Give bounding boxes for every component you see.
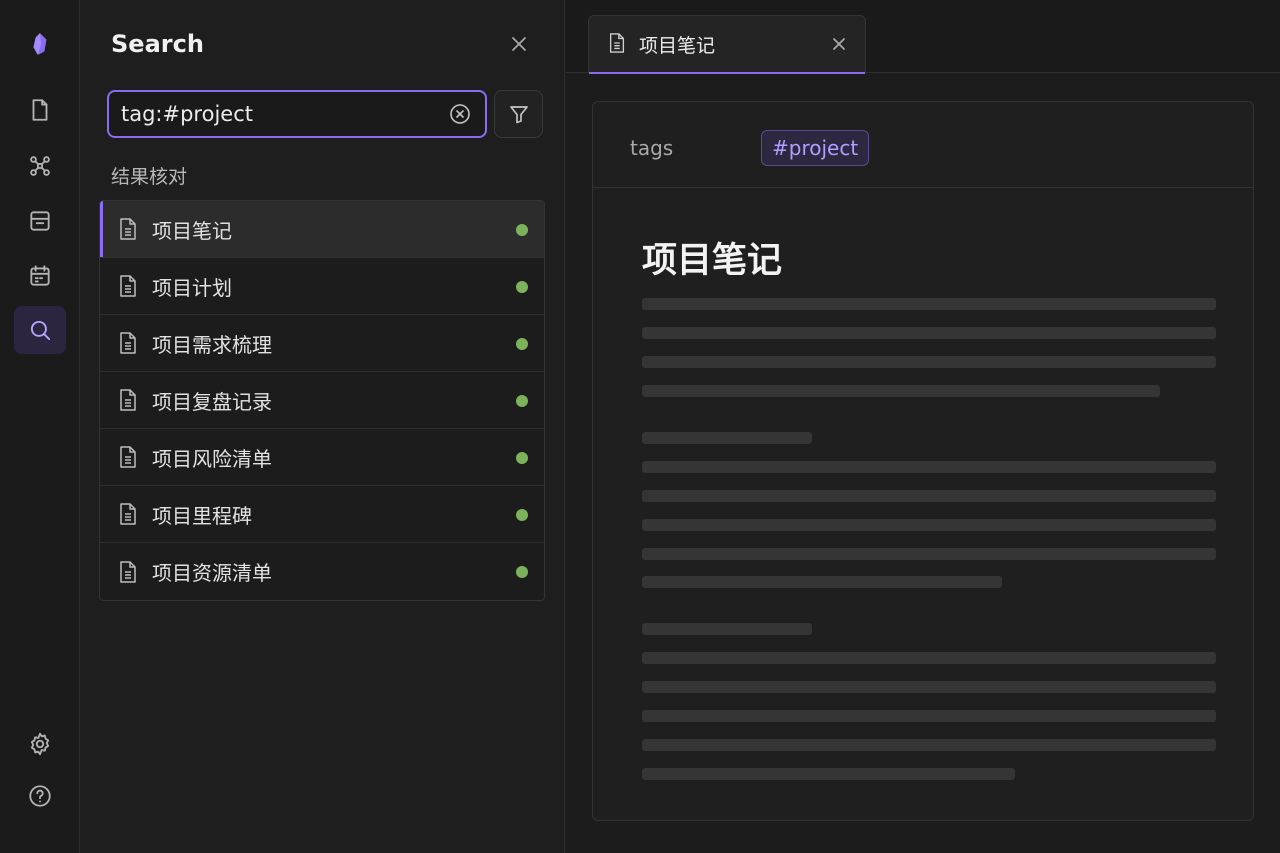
document-icon <box>607 32 627 58</box>
text-placeholder-line <box>642 739 1216 751</box>
text-placeholder-line <box>642 461 1216 473</box>
result-item[interactable]: 项目笔记 <box>100 201 544 258</box>
text-placeholder-line <box>642 576 1002 588</box>
note-view: tags #project 项目笔记 <box>592 101 1254 821</box>
app-window: Search 结果核对 项目笔记 项目计划 <box>0 0 1280 853</box>
results-label: 结果核对 <box>111 166 188 188</box>
help-icon[interactable] <box>14 772 66 820</box>
text-placeholder-line <box>642 768 1015 780</box>
status-dot <box>516 566 528 578</box>
text-placeholder-line <box>642 548 1216 560</box>
text-placeholder-line <box>642 710 1216 722</box>
status-dot <box>516 452 528 464</box>
clear-icon <box>450 104 470 124</box>
result-name: 项目笔记 <box>152 218 232 243</box>
status-dot <box>516 338 528 350</box>
result-item[interactable]: 项目里程碑 <box>100 486 544 543</box>
status-dot <box>516 509 528 521</box>
close-tab-button[interactable] <box>829 34 849 54</box>
text-placeholder-line <box>642 652 1216 664</box>
document-icon <box>117 331 139 355</box>
tag-pill[interactable]: #project <box>761 130 870 166</box>
result-item[interactable]: 项目资源清单 <box>100 543 544 600</box>
files-icon[interactable] <box>14 86 66 134</box>
text-placeholder-line <box>642 327 1216 339</box>
result-name: 项目风险清单 <box>152 446 272 471</box>
tab-note[interactable]: 项目笔记 <box>588 15 866 74</box>
property-key: tags <box>630 136 674 160</box>
ribbon <box>0 0 80 853</box>
app-logo-icon[interactable] <box>14 20 66 68</box>
document-icon <box>117 274 139 298</box>
text-placeholder-line <box>642 385 1160 397</box>
text-placeholder-line <box>642 298 1216 310</box>
editor-area: 项目笔记 tags #project 项目笔记 <box>566 0 1280 853</box>
search-box <box>107 90 487 138</box>
settings-icon[interactable] <box>14 720 66 768</box>
result-item[interactable]: 项目需求梳理 <box>100 315 544 372</box>
document-icon <box>117 388 139 412</box>
text-placeholder-line <box>642 356 1216 368</box>
result-name: 项目需求梳理 <box>152 332 272 357</box>
search-icon[interactable] <box>14 306 66 354</box>
close-icon <box>512 37 526 51</box>
calendar-icon[interactable] <box>14 252 66 300</box>
document-icon <box>117 560 139 584</box>
filter-button[interactable] <box>494 90 543 138</box>
status-dot <box>516 224 528 236</box>
close-icon <box>833 38 845 50</box>
result-name: 项目资源清单 <box>152 561 272 585</box>
result-item[interactable]: 项目风险清单 <box>100 429 544 486</box>
text-placeholder-heading <box>642 432 812 444</box>
document-icon <box>117 445 139 469</box>
result-name: 项目里程碑 <box>152 503 252 528</box>
clear-search-button[interactable] <box>447 101 473 127</box>
status-dot <box>516 395 528 407</box>
tab-title: 项目笔记 <box>639 35 716 57</box>
result-item[interactable]: 项目复盘记录 <box>100 372 544 429</box>
filter-icon <box>509 106 528 124</box>
result-name: 项目计划 <box>152 275 232 300</box>
panel-title: Search <box>111 30 204 58</box>
result-item[interactable]: 项目计划 <box>100 258 544 315</box>
results-list: 项目笔记 项目计划 项目需求梳理 项目复盘记录 项目风险清单 项目里程碑 项目资… <box>99 200 545 601</box>
status-dot <box>516 281 528 293</box>
document-icon <box>117 502 139 526</box>
search-panel: Search 结果核对 项目笔记 项目计划 <box>81 0 565 853</box>
text-placeholder-line <box>642 681 1216 693</box>
properties-section: tags #project <box>593 102 1253 188</box>
note-title: 项目笔记 <box>642 241 783 281</box>
close-panel-button[interactable] <box>505 30 533 58</box>
graph-icon[interactable] <box>14 142 66 190</box>
text-placeholder-heading <box>642 623 812 635</box>
text-placeholder-line <box>642 490 1216 502</box>
archive-icon[interactable] <box>14 197 66 245</box>
text-placeholder-line <box>642 519 1216 531</box>
tab-bar: 项目笔记 <box>566 0 1280 74</box>
document-icon <box>117 217 139 241</box>
search-input[interactable] <box>121 102 447 126</box>
result-name: 项目复盘记录 <box>152 389 272 414</box>
